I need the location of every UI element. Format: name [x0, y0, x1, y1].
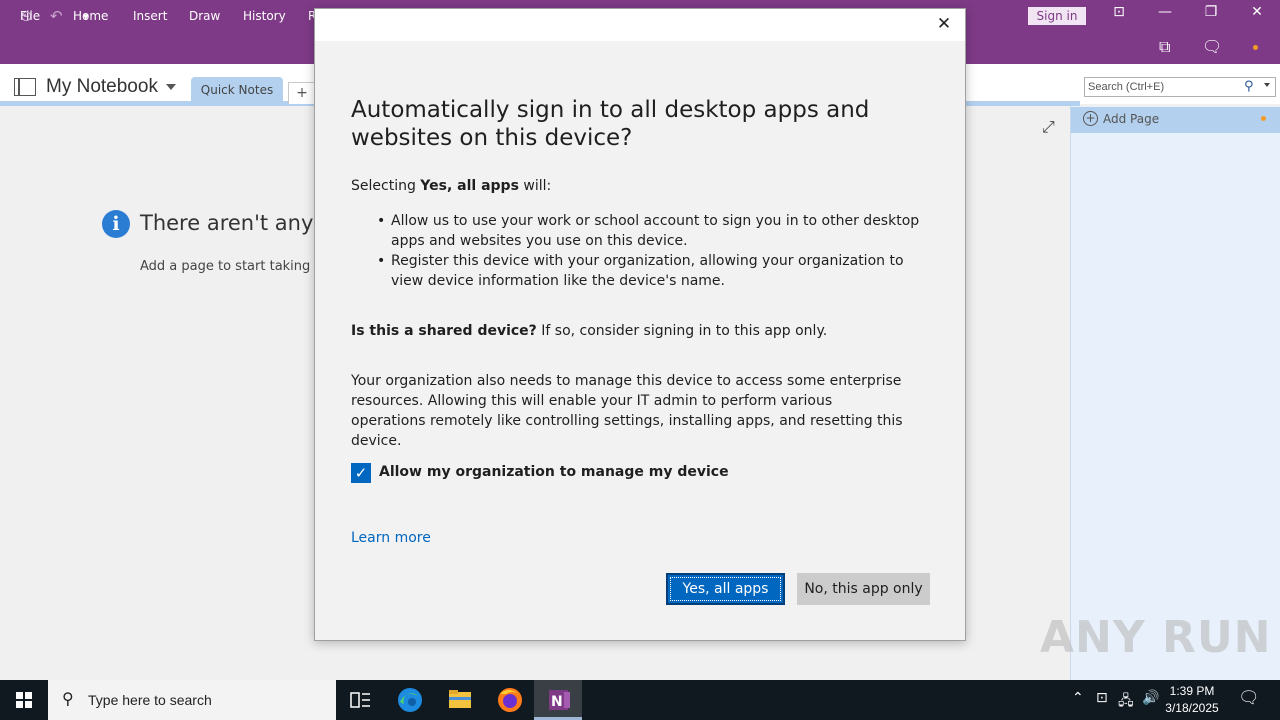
dialog-header	[315, 9, 965, 41]
manage-device-label[interactable]: Allow my organization to manage my devic…	[379, 464, 729, 480]
tab-insert[interactable]: Insert	[133, 9, 167, 23]
minimize-icon[interactable]: —	[1142, 4, 1188, 20]
search-icon[interactable]: ⚲	[1244, 79, 1254, 94]
undo-icon[interactable]: ↶	[50, 7, 63, 25]
selecting-text: Selecting Yes, all apps will:	[351, 176, 551, 196]
clock-date: 3/18/2025	[1165, 701, 1219, 715]
expand-icon[interactable]: ⤢	[1042, 117, 1055, 137]
bullet-item: Register this device with your organizat…	[375, 251, 935, 291]
notebook-icon[interactable]	[14, 78, 36, 96]
system-clock[interactable]: 1:39 PM 3/18/2025	[1160, 683, 1224, 717]
empty-page-subtitle: Add a page to start taking n	[140, 259, 323, 274]
shared-device-rest: If so, consider signing in to this app o…	[536, 323, 828, 339]
no-this-app-only-button[interactable]: No, this app only	[797, 573, 930, 605]
firefox-button[interactable]	[486, 680, 534, 720]
edge-button[interactable]	[386, 680, 434, 720]
pane-notification-dot	[1261, 116, 1266, 121]
notebook-title[interactable]: My Notebook	[46, 76, 158, 98]
tab-history[interactable]: History	[243, 9, 286, 23]
add-section-button[interactable]: +	[288, 82, 316, 104]
org-manage-paragraph: Your organization also needs to manage t…	[351, 373, 903, 449]
selecting-prefix: Selecting	[351, 178, 421, 194]
bullet-list: Allow us to use your work or school acco…	[375, 211, 935, 291]
learn-more-link[interactable]: Learn more	[351, 530, 431, 546]
selecting-bold: Yes, all apps	[420, 178, 519, 194]
ribbon-display-icon[interactable]: ⊡	[1096, 4, 1142, 20]
task-view-button[interactable]	[336, 680, 384, 720]
notification-dot	[1253, 45, 1258, 50]
watermark-logo: ANY RUN	[1040, 612, 1272, 663]
show-hidden-icons-chevron-icon[interactable]: ⌃	[1072, 690, 1084, 706]
windows-logo-icon	[16, 692, 32, 708]
comment-icon[interactable]: 🗨	[1202, 37, 1222, 56]
shared-device-bold: Is this a shared device?	[351, 323, 537, 339]
add-page-plus-icon: +	[1083, 111, 1098, 126]
bullet-item: Allow us to use your work or school acco…	[375, 211, 935, 251]
manage-device-checkbox[interactable]: ✓	[351, 463, 371, 483]
folder-icon	[449, 690, 471, 708]
edge-icon	[398, 688, 422, 712]
search-icon: ⚲	[62, 689, 74, 708]
tab-home[interactable]: Home	[73, 9, 108, 23]
notifications-icon[interactable]: 🗨	[1238, 688, 1260, 708]
pages-pane	[1070, 106, 1280, 680]
tab-file[interactable]: File	[20, 9, 40, 23]
sign-in-button[interactable]: Sign in	[1028, 7, 1086, 25]
add-page-label: Add Page	[1103, 112, 1160, 126]
sign-in-dialog: ✕ Automatically sign in to all desktop a…	[314, 8, 966, 641]
dialog-title: Automatically sign in to all desktop app…	[351, 97, 870, 151]
search-scope-chevron-icon[interactable]	[1264, 83, 1270, 87]
clock-time: 1:39 PM	[1169, 684, 1215, 698]
selecting-suffix: will:	[518, 178, 552, 194]
file-explorer-button[interactable]	[436, 680, 484, 720]
network-icon[interactable]: 🖧	[1118, 690, 1134, 714]
tab-draw[interactable]: Draw	[189, 9, 220, 23]
volume-icon[interactable]: 🔊	[1142, 690, 1159, 706]
section-tab-quick-notes[interactable]: Quick Notes	[191, 77, 283, 106]
close-window-icon[interactable]: ✕	[1234, 4, 1280, 20]
page-view-icon[interactable]: ⧉	[1159, 37, 1170, 57]
firefox-icon	[498, 688, 522, 712]
svg-text:N: N	[551, 694, 563, 710]
info-icon: i	[102, 210, 130, 238]
task-view-icon	[350, 692, 370, 708]
close-icon[interactable]: ✕	[933, 13, 955, 35]
meet-now-icon[interactable]: ⊡	[1096, 690, 1108, 706]
yes-all-apps-button[interactable]: Yes, all apps	[666, 573, 785, 605]
onenote-button[interactable]: N	[534, 680, 582, 720]
chevron-down-icon[interactable]	[166, 84, 176, 90]
onenote-icon: N	[549, 690, 570, 710]
taskbar-search-input[interactable]: Type here to search	[88, 692, 212, 708]
shared-device-text: Is this a shared device? If so, consider…	[351, 321, 827, 341]
restore-icon[interactable]: ❐	[1188, 4, 1234, 20]
